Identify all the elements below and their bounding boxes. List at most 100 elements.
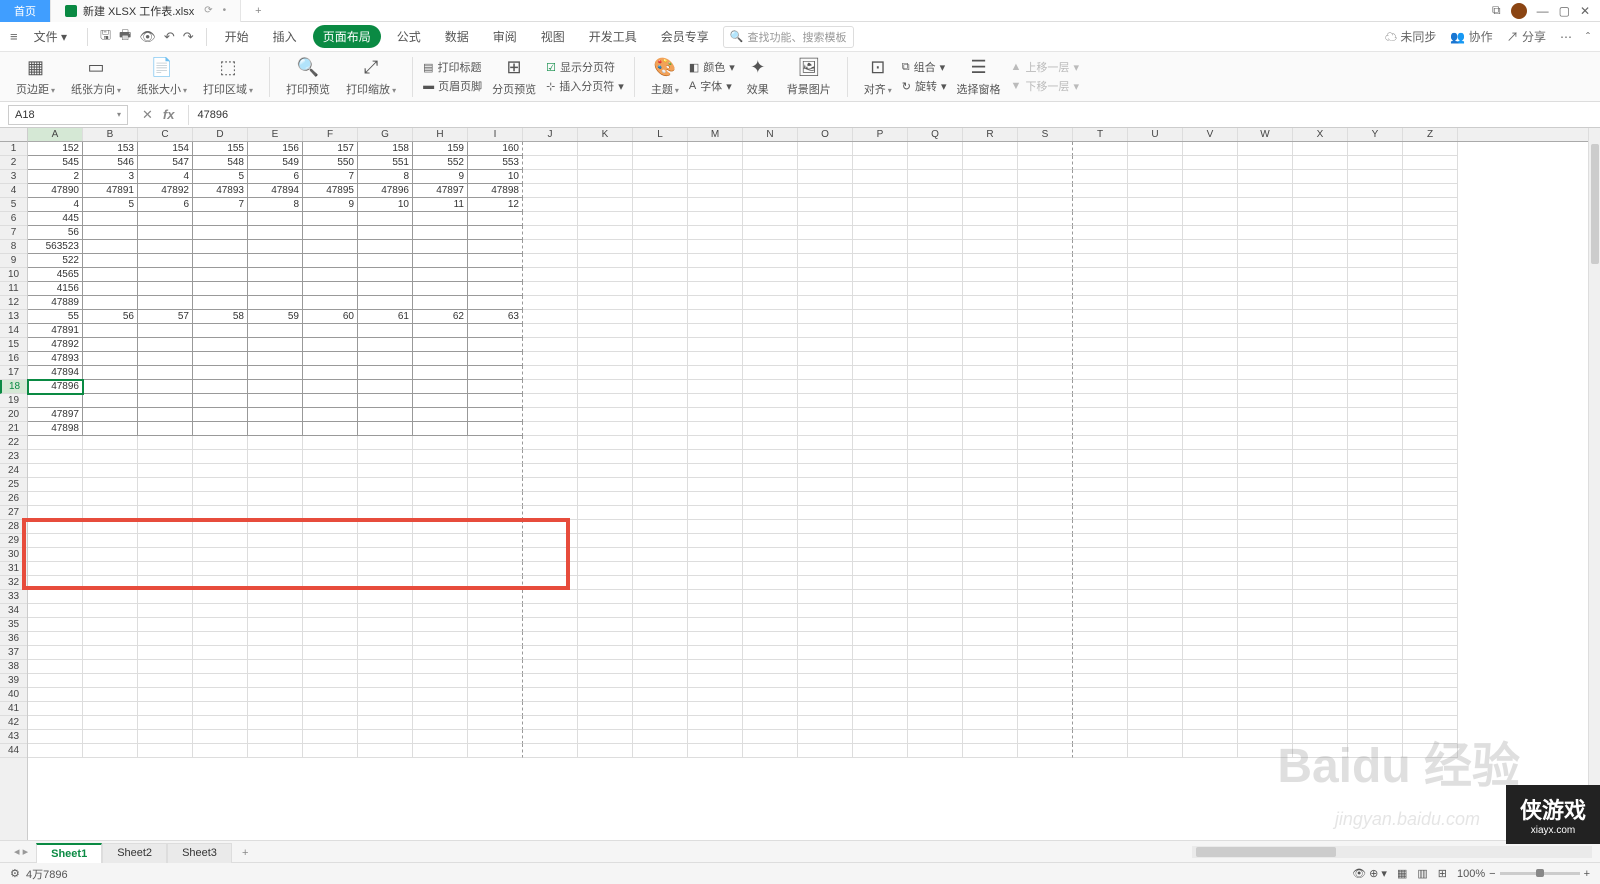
- cell[interactable]: [28, 562, 83, 576]
- cell[interactable]: [1403, 352, 1458, 366]
- cell[interactable]: [688, 142, 743, 156]
- cell[interactable]: [358, 688, 413, 702]
- cell[interactable]: [468, 282, 523, 296]
- cell[interactable]: [853, 408, 908, 422]
- cell[interactable]: [138, 254, 193, 268]
- cell[interactable]: [798, 632, 853, 646]
- cell[interactable]: [963, 268, 1018, 282]
- zoom-in[interactable]: +: [1584, 868, 1590, 880]
- cell[interactable]: [1183, 380, 1238, 394]
- cell[interactable]: [578, 338, 633, 352]
- cell[interactable]: [1018, 646, 1073, 660]
- cell[interactable]: [138, 660, 193, 674]
- cell[interactable]: [1073, 450, 1128, 464]
- cell[interactable]: [1128, 660, 1183, 674]
- cell[interactable]: [523, 338, 578, 352]
- ribbon-font[interactable]: A字体▾: [689, 78, 735, 94]
- cell[interactable]: [853, 422, 908, 436]
- cell[interactable]: [853, 562, 908, 576]
- cell[interactable]: [743, 520, 798, 534]
- menu-tab-3[interactable]: 公式: [389, 24, 429, 49]
- cell[interactable]: [1183, 632, 1238, 646]
- cell[interactable]: [1128, 310, 1183, 324]
- cell[interactable]: [83, 548, 138, 562]
- cell[interactable]: [853, 282, 908, 296]
- cell[interactable]: [303, 478, 358, 492]
- cell[interactable]: [1238, 618, 1293, 632]
- cell[interactable]: [358, 632, 413, 646]
- cell[interactable]: [413, 730, 468, 744]
- cell[interactable]: [1128, 688, 1183, 702]
- row-header[interactable]: 37: [0, 646, 27, 660]
- cell[interactable]: [1018, 548, 1073, 562]
- cell[interactable]: [468, 506, 523, 520]
- cell[interactable]: [908, 296, 963, 310]
- cell[interactable]: [358, 408, 413, 422]
- cell[interactable]: [1238, 296, 1293, 310]
- menu-tab-8[interactable]: 会员专享: [653, 24, 717, 49]
- zoom-control[interactable]: 100% − +: [1457, 868, 1590, 880]
- cell[interactable]: [1128, 674, 1183, 688]
- cell[interactable]: [688, 352, 743, 366]
- cell[interactable]: [1183, 548, 1238, 562]
- cell[interactable]: [193, 520, 248, 534]
- cell[interactable]: [1238, 310, 1293, 324]
- row-header[interactable]: 1: [0, 142, 27, 156]
- cell[interactable]: [413, 590, 468, 604]
- cell[interactable]: [523, 506, 578, 520]
- cell[interactable]: [743, 352, 798, 366]
- cell[interactable]: [28, 744, 83, 758]
- cell[interactable]: [1018, 478, 1073, 492]
- cell[interactable]: [798, 240, 853, 254]
- cell[interactable]: [963, 688, 1018, 702]
- cell[interactable]: [1348, 562, 1403, 576]
- cell[interactable]: [743, 730, 798, 744]
- cell[interactable]: [1073, 590, 1128, 604]
- cell[interactable]: [248, 282, 303, 296]
- row-header[interactable]: 6: [0, 212, 27, 226]
- cell[interactable]: [1348, 422, 1403, 436]
- cell[interactable]: 55: [28, 310, 83, 324]
- cell[interactable]: [1293, 296, 1348, 310]
- cell[interactable]: [1403, 702, 1458, 716]
- cell[interactable]: [1018, 618, 1073, 632]
- cell[interactable]: [1293, 464, 1348, 478]
- cell[interactable]: [1018, 212, 1073, 226]
- cell[interactable]: [1128, 352, 1183, 366]
- cell[interactable]: [633, 240, 688, 254]
- cell[interactable]: [468, 464, 523, 478]
- cell[interactable]: [1128, 618, 1183, 632]
- cell[interactable]: [688, 674, 743, 688]
- col-header[interactable]: Q: [908, 128, 963, 141]
- cell[interactable]: 47897: [28, 408, 83, 422]
- cell[interactable]: [798, 604, 853, 618]
- cell[interactable]: [1293, 548, 1348, 562]
- cell[interactable]: [1403, 142, 1458, 156]
- cell[interactable]: [523, 576, 578, 590]
- cell[interactable]: [523, 436, 578, 450]
- cell[interactable]: [963, 366, 1018, 380]
- cell[interactable]: [963, 548, 1018, 562]
- cell[interactable]: [468, 408, 523, 422]
- cell[interactable]: 60: [303, 310, 358, 324]
- cell[interactable]: [908, 198, 963, 212]
- cell[interactable]: [28, 618, 83, 632]
- cell[interactable]: 10: [358, 198, 413, 212]
- status-view-break[interactable]: ⊞: [1438, 867, 1447, 880]
- cell[interactable]: [633, 716, 688, 730]
- cell[interactable]: [908, 352, 963, 366]
- horizontal-scrollbar[interactable]: [1192, 846, 1592, 858]
- cell[interactable]: [1183, 716, 1238, 730]
- cell[interactable]: [688, 338, 743, 352]
- row-header[interactable]: 44: [0, 744, 27, 758]
- cell[interactable]: [138, 324, 193, 338]
- cell[interactable]: [193, 422, 248, 436]
- cell[interactable]: [853, 492, 908, 506]
- cell[interactable]: [138, 366, 193, 380]
- cell[interactable]: [743, 716, 798, 730]
- ribbon-theme[interactable]: 🎨主题▾: [645, 55, 685, 99]
- ribbon-selection-pane[interactable]: ☰选择窗格: [951, 55, 1007, 99]
- cell[interactable]: [468, 296, 523, 310]
- cell[interactable]: [1073, 324, 1128, 338]
- cell[interactable]: [1183, 688, 1238, 702]
